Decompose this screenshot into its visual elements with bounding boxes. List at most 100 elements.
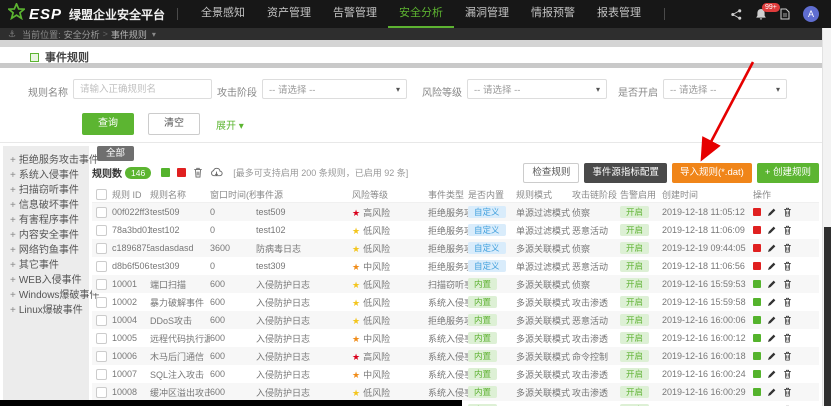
status-square-icon[interactable]	[753, 334, 761, 342]
edit-icon[interactable]	[767, 297, 777, 307]
batch-enable-icon[interactable]	[161, 168, 170, 177]
clear-button[interactable]: 清空	[148, 113, 200, 135]
avatar[interactable]: A	[803, 6, 819, 22]
table-row[interactable]: 10004DDoS攻击600入侵防护日志★低风险拒绝服务攻...内置多源关联模式…	[92, 311, 819, 329]
delete-icon[interactable]	[783, 261, 792, 271]
delete-icon[interactable]	[783, 297, 792, 307]
enabled-select[interactable]: -- 请选择 -- ▾	[663, 79, 787, 99]
table-row[interactable]: c1896875a4...asdasdasd3600防病毒日志★低风险拒绝服务攻…	[92, 239, 819, 257]
edit-icon[interactable]	[767, 225, 777, 235]
table-row[interactable]: 10007SQL注入攻击600入侵防护日志★中风险系统入侵事...内置多源关联模…	[92, 365, 819, 383]
expand-plus-icon[interactable]: +	[10, 260, 16, 271]
breadcrumb-page[interactable]: 事件规则	[111, 28, 147, 41]
edit-icon[interactable]	[767, 387, 777, 397]
expand-plus-icon[interactable]: +	[10, 185, 16, 196]
row-checkbox[interactable]	[96, 207, 107, 218]
status-square-icon[interactable]	[753, 280, 761, 288]
expand-plus-icon[interactable]: +	[10, 155, 16, 166]
event-source-config-button[interactable]: 事件源指标配置	[584, 163, 667, 183]
sidebar-item[interactable]: +Windows爆破事件	[3, 288, 89, 303]
nav-item[interactable]: 情报预警	[520, 0, 586, 26]
edit-icon[interactable]	[767, 207, 777, 217]
table-row[interactable]: 00f022ff355...test5090test509★高风险拒绝服务攻..…	[92, 203, 819, 221]
sidebar-item[interactable]: +内容安全事件	[3, 228, 89, 243]
expand-plus-icon[interactable]: +	[10, 305, 16, 316]
status-square-icon[interactable]	[753, 298, 761, 306]
nav-item[interactable]: 资产管理	[256, 0, 322, 26]
create-rule-button[interactable]: + 创建规则	[757, 163, 819, 183]
row-checkbox[interactable]	[96, 351, 107, 362]
notification-bell-icon[interactable]: 99+	[755, 8, 767, 20]
status-square-icon[interactable]	[753, 208, 761, 216]
share-icon[interactable]	[731, 9, 742, 20]
risk-level-select[interactable]: -- 请选择 -- ▾	[467, 79, 607, 99]
sidebar-item[interactable]: +信息破坏事件	[3, 198, 89, 213]
table-row[interactable]: 10008缓冲区溢出攻击600入侵防护日志★低风险系统入侵事...内置多源关联模…	[92, 383, 819, 401]
expand-plus-icon[interactable]: +	[10, 230, 16, 241]
export-cloud-icon[interactable]	[210, 167, 223, 178]
delete-icon[interactable]	[783, 351, 792, 361]
attack-stage-select[interactable]: -- 请选择 -- ▾	[262, 79, 407, 99]
table-row[interactable]: 10002暴力破解事件600入侵防护日志★低风险系统入侵事...内置多源关联模式…	[92, 293, 819, 311]
status-square-icon[interactable]	[753, 370, 761, 378]
edit-icon[interactable]	[767, 279, 777, 289]
table-row[interactable]: 10005远程代码执行漏洞攻击600入侵防护日志★中风险系统入侵事...内置多源…	[92, 329, 819, 347]
expand-plus-icon[interactable]: +	[10, 245, 16, 256]
delete-icon[interactable]	[783, 243, 792, 253]
nav-item[interactable]: 告警管理	[322, 0, 388, 26]
nav-item[interactable]: 漏洞管理	[454, 0, 520, 26]
delete-icon[interactable]	[783, 369, 792, 379]
sidebar-item[interactable]: +其它事件	[3, 258, 89, 273]
table-row[interactable]: 78a3bd010f...test1020test102★低风险拒绝服务攻...…	[92, 221, 819, 239]
sidebar-item[interactable]: +WEB入侵事件	[3, 273, 89, 288]
import-rules-button[interactable]: 导入规则(*.dat)	[672, 163, 752, 183]
table-row[interactable]: 10001端口扫描600入侵防护日志★低风险扫描窃听事...内置多源关联模式侦察…	[92, 275, 819, 293]
sidebar-item[interactable]: +网络钓鱼事件	[3, 243, 89, 258]
delete-icon[interactable]	[783, 333, 792, 343]
rule-name-input[interactable]	[73, 79, 212, 99]
expand-plus-icon[interactable]: +	[10, 275, 16, 286]
chevron-down-icon[interactable]: ▾	[152, 30, 156, 39]
row-checkbox[interactable]	[96, 297, 107, 308]
row-checkbox[interactable]	[96, 369, 107, 380]
expand-plus-icon[interactable]: +	[10, 200, 16, 211]
tab-all[interactable]: 全部	[97, 146, 134, 161]
edit-icon[interactable]	[767, 315, 777, 325]
row-checkbox[interactable]	[96, 243, 107, 254]
vertical-scrollbar[interactable]	[822, 28, 831, 406]
delete-icon[interactable]	[783, 279, 792, 289]
nav-item[interactable]: 报表管理	[586, 0, 652, 26]
search-button[interactable]: 查询	[82, 113, 134, 135]
document-icon[interactable]	[780, 8, 790, 20]
batch-delete-icon[interactable]	[193, 167, 203, 178]
status-square-icon[interactable]	[753, 244, 761, 252]
delete-icon[interactable]	[783, 207, 792, 217]
status-square-icon[interactable]	[753, 352, 761, 360]
status-square-icon[interactable]	[753, 316, 761, 324]
nav-item[interactable]: 安全分析	[388, 0, 454, 28]
delete-icon[interactable]	[783, 315, 792, 325]
sidebar-item[interactable]: +有害程序事件	[3, 213, 89, 228]
row-checkbox[interactable]	[96, 225, 107, 236]
row-checkbox[interactable]	[96, 279, 107, 290]
scrollbar-thumb[interactable]	[824, 227, 831, 406]
expand-plus-icon[interactable]: +	[10, 215, 16, 226]
select-all-checkbox[interactable]	[96, 189, 107, 200]
expand-toggle[interactable]: 展开 ▾	[216, 117, 244, 132]
sidebar-item[interactable]: +拒绝服务攻击事件	[3, 153, 89, 168]
breadcrumb-section[interactable]: 安全分析	[64, 28, 100, 41]
edit-icon[interactable]	[767, 243, 777, 253]
edit-icon[interactable]	[767, 261, 777, 271]
edit-icon[interactable]	[767, 351, 777, 361]
expand-plus-icon[interactable]: +	[10, 290, 16, 301]
row-checkbox[interactable]	[96, 261, 107, 272]
delete-icon[interactable]	[783, 387, 792, 397]
status-square-icon[interactable]	[753, 226, 761, 234]
batch-disable-icon[interactable]	[177, 168, 186, 177]
row-checkbox[interactable]	[96, 315, 107, 326]
sidebar-item[interactable]: +扫描窃听事件	[3, 183, 89, 198]
sidebar-item[interactable]: +Linux爆破事件	[3, 303, 89, 318]
edit-icon[interactable]	[767, 369, 777, 379]
edit-icon[interactable]	[767, 333, 777, 343]
row-checkbox[interactable]	[96, 333, 107, 344]
